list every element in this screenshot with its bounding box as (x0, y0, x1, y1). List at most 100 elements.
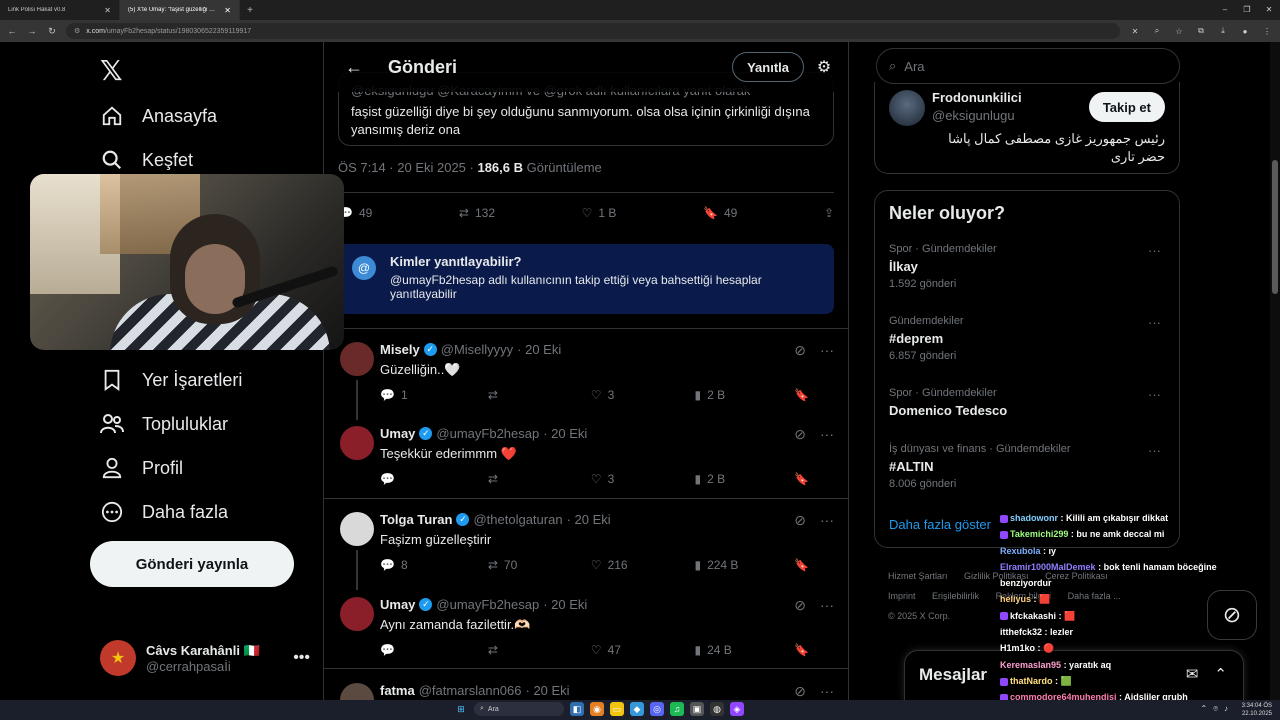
minimize-icon[interactable]: – (1214, 0, 1236, 20)
app-icon[interactable]: ◉ (590, 702, 604, 716)
more-icon[interactable]: ··· (820, 597, 834, 614)
app-icon[interactable]: ◍ (710, 702, 724, 716)
post-date[interactable]: · 20 Eki (526, 683, 570, 698)
more-icon[interactable]: ··· (1148, 443, 1161, 458)
forward-icon[interactable]: → (26, 26, 38, 36)
more-icon[interactable]: ··· (820, 426, 834, 443)
avatar[interactable] (340, 597, 374, 631)
clock[interactable]: 3:34:04 ÖS 22.10.2025 (1242, 702, 1272, 718)
repost-action[interactable]: ⇄ 70 (488, 558, 544, 572)
views-action[interactable]: ▮ 24 B (694, 643, 747, 657)
x-logo-icon[interactable]: 𝕏 (100, 54, 123, 87)
chevron-up-icon[interactable]: ⌃ (1200, 704, 1207, 714)
author-name[interactable]: fatma (380, 683, 415, 698)
footer-link[interactable]: Imprint (888, 591, 916, 601)
filter-icon[interactable]: ⚙ (804, 57, 844, 77)
bookmark-action[interactable]: 🔖 49 (703, 206, 737, 220)
author-name[interactable]: Umay (380, 597, 415, 612)
reply-action[interactable]: 💬 1 (380, 388, 441, 402)
more-icon[interactable]: ··· (820, 342, 834, 359)
star-icon[interactable]: ☆ (1172, 27, 1186, 36)
nav-communities[interactable]: Topluluklar (100, 406, 228, 442)
reply-action[interactable]: 💬 8 (380, 558, 441, 572)
bookmark-icon[interactable]: 🔖 (794, 388, 834, 402)
grok-icon[interactable]: ⊘ (794, 597, 806, 614)
author-name[interactable]: Tolga Turan (380, 512, 452, 527)
trend-item[interactable]: Spor · Gündemdekiler İlkay 1.592 gönderi… (889, 243, 1169, 290)
author-name[interactable]: Misely (380, 342, 420, 357)
nav-profile[interactable]: Profil (100, 450, 183, 486)
bookmark-icon[interactable]: 🔖 (794, 558, 834, 572)
account-switcher[interactable]: ★ Câvs Karahânli 🇮🇹 @cerrahpasaİi ••• (100, 638, 310, 678)
network-icon[interactable]: ⌾ (1213, 704, 1218, 714)
suggest-name[interactable]: Frodonunkilici (932, 90, 1022, 105)
avatar[interactable] (340, 342, 374, 376)
views-action[interactable]: ▮ 2 B (694, 472, 747, 486)
post-date[interactable]: · 20 Eki (543, 597, 587, 612)
more-icon[interactable]: ··· (820, 512, 834, 529)
like-action[interactable]: ♡ 1 B (582, 206, 617, 220)
grok-icon[interactable]: ⊘ (794, 683, 806, 700)
page-scrollbar[interactable] (1270, 42, 1280, 702)
grok-icon[interactable]: ⊘ (794, 512, 806, 529)
more-icon[interactable]: ••• (293, 649, 310, 667)
discord-icon[interactable]: ◎ (650, 702, 664, 716)
app-icon[interactable]: ◧ (570, 702, 584, 716)
grok-icon[interactable]: ⊘ (794, 426, 806, 443)
more-icon[interactable]: ··· (820, 683, 834, 700)
zoom-icon[interactable]: ⌕ (1150, 26, 1164, 36)
nav-explore[interactable]: Keşfet (100, 142, 193, 178)
trend-item[interactable]: İş dünyası ve finans · Gündemdekiler #AL… (889, 443, 1169, 490)
more-icon[interactable]: ··· (1148, 387, 1161, 402)
reply-action[interactable]: 💬 (380, 472, 441, 486)
like-action[interactable]: ♡ 47 (591, 643, 648, 657)
post-date[interactable]: · 20 Eki (543, 426, 587, 441)
author-handle[interactable]: @umayFb2hesap (436, 426, 539, 441)
more-icon[interactable]: ··· (1148, 243, 1161, 258)
browser-tab[interactable]: Link Polisi Hakat v0.8 ✕ (0, 0, 120, 20)
trend-item[interactable]: Gündemdekiler #deprem 6.857 gönderi ··· (889, 315, 1169, 362)
profile-icon[interactable]: ● (1238, 27, 1252, 36)
spotify-icon[interactable]: ♫ (670, 702, 684, 716)
volume-icon[interactable]: ♪ (1224, 704, 1228, 714)
nav-more[interactable]: Daha fazla (100, 494, 228, 530)
reload-icon[interactable]: ↻ (46, 26, 58, 37)
views-action[interactable]: ▮ 224 B (694, 558, 747, 572)
url-bar[interactable]: ⚙ x.com/umayFb2hesap/status/198030652235… (66, 23, 1120, 39)
author-handle[interactable]: @Misellyyyy (441, 342, 513, 357)
maximize-icon[interactable]: ❐ (1236, 0, 1258, 20)
folder-icon[interactable]: ▭ (610, 702, 624, 716)
back-arrow-icon[interactable]: ← (334, 57, 374, 78)
site-info-icon[interactable]: ⚙ (74, 27, 80, 35)
repost-action[interactable]: ⇄ (488, 472, 544, 486)
post-button[interactable]: Gönderi yayınla (90, 541, 294, 587)
show-more-link[interactable]: Daha fazla göster (889, 517, 991, 532)
app-icon[interactable]: ◆ (630, 702, 644, 716)
back-icon[interactable]: ← (6, 26, 18, 36)
new-tab-button[interactable]: + (240, 5, 260, 16)
close-icon[interactable]: ✕ (224, 6, 231, 15)
taskbar-search[interactable]: ⌕ Ara (474, 702, 564, 716)
author-handle[interactable]: @fatmarslann066 (419, 683, 522, 698)
reply-action[interactable]: 💬 (380, 643, 441, 657)
windows-start-icon[interactable]: ⊞ (454, 702, 468, 716)
like-action[interactable]: ♡ 3 (591, 388, 648, 402)
avatar[interactable] (340, 512, 374, 546)
nav-home[interactable]: Anasayfa (100, 98, 217, 134)
share-action[interactable]: ⇪ (824, 206, 834, 220)
nav-bookmarks[interactable]: Yer İşaretleri (100, 362, 242, 398)
trend-item[interactable]: Spor · Gündemdekiler Domenico Tedesco ··… (889, 387, 1169, 418)
footer-link[interactable]: Erişilebilirlik (932, 591, 979, 601)
search-input[interactable]: ⌕ Ara (876, 48, 1180, 84)
repost-action[interactable]: ⇄ 132 (459, 206, 495, 220)
app-icon[interactable]: ▣ (690, 702, 704, 716)
repost-action[interactable]: ⇄ (488, 643, 544, 657)
avatar[interactable] (889, 90, 925, 126)
author-name[interactable]: Umay (380, 426, 415, 441)
app-icon[interactable]: ◈ (730, 702, 744, 716)
post-date[interactable]: · 20 Eki (517, 342, 561, 357)
close-window-icon[interactable]: ✕ (1258, 0, 1280, 20)
download-icon[interactable]: ⤓ (1216, 26, 1230, 36)
avatar[interactable] (340, 426, 374, 460)
bookmark-icon[interactable]: 🔖 (794, 643, 834, 657)
